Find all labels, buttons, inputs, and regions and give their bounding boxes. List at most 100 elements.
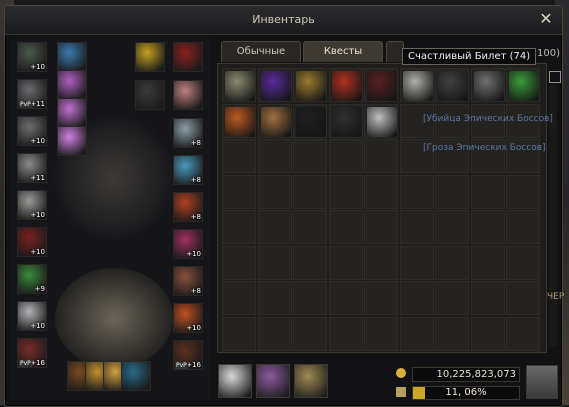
equip-slot-necklace[interactable] bbox=[57, 42, 87, 72]
inventory-cell[interactable] bbox=[328, 139, 363, 173]
trash-button[interactable] bbox=[526, 365, 558, 399]
inventory-cell[interactable] bbox=[257, 174, 292, 209]
close-button[interactable]: ✕ bbox=[538, 10, 554, 28]
dice-button[interactable] bbox=[218, 364, 252, 398]
inventory-cell[interactable] bbox=[293, 245, 327, 280]
quest-item-purple-crystal[interactable] bbox=[260, 71, 291, 101]
equip-slot-costume[interactable] bbox=[135, 80, 165, 110]
inventory-cell[interactable] bbox=[293, 139, 327, 173]
inventory-cell[interactable] bbox=[435, 245, 469, 280]
quest-item-dark-ticket[interactable] bbox=[473, 71, 504, 101]
inventory-cell[interactable] bbox=[293, 210, 327, 244]
equip-slot-amulet[interactable]: +8 bbox=[173, 192, 203, 222]
inventory-cell[interactable] bbox=[293, 103, 327, 138]
inventory-cell[interactable] bbox=[328, 245, 363, 280]
inventory-cell[interactable] bbox=[506, 316, 540, 351]
inventory-cell[interactable] bbox=[328, 316, 363, 351]
inventory-cell[interactable] bbox=[399, 68, 434, 102]
quest-item-orange-rod[interactable] bbox=[225, 106, 255, 137]
equip-slot-shield[interactable]: +16 PvP bbox=[173, 340, 203, 370]
equip-slot-helmet[interactable]: +10 bbox=[17, 42, 47, 72]
quest-item-red-orb[interactable] bbox=[331, 71, 362, 101]
tab-quests[interactable]: Квесты bbox=[303, 41, 383, 62]
equip-slot-pet-icon[interactable]: +10 bbox=[173, 303, 203, 333]
inventory-cell[interactable] bbox=[328, 174, 363, 209]
inventory-cell[interactable] bbox=[222, 245, 256, 280]
inventory-cell[interactable] bbox=[293, 316, 327, 351]
quest-item-old-scroll[interactable] bbox=[260, 106, 291, 137]
equip-slot-talisman-1[interactable] bbox=[57, 70, 87, 100]
inventory-cell[interactable] bbox=[364, 68, 398, 102]
equip-slot-legs[interactable]: +11 bbox=[17, 153, 47, 183]
inventory-cell[interactable] bbox=[506, 68, 540, 102]
inventory-cell[interactable] bbox=[257, 139, 292, 173]
inventory-cell[interactable] bbox=[293, 174, 327, 209]
inventory-cell[interactable] bbox=[470, 68, 505, 102]
craft-button[interactable] bbox=[294, 364, 328, 398]
equip-slot-gloves[interactable]: +10 bbox=[17, 116, 47, 146]
inventory-cell[interactable] bbox=[257, 103, 292, 138]
quest-item-pentagram-stone[interactable] bbox=[438, 71, 468, 101]
equip-slot-staff[interactable]: +8 bbox=[173, 155, 203, 185]
tab-normal[interactable]: Обычные bbox=[221, 41, 301, 62]
inventory-cell[interactable] bbox=[222, 281, 256, 315]
inventory-cell[interactable] bbox=[506, 210, 540, 244]
inventory-cell[interactable] bbox=[257, 281, 292, 315]
inventory-cell[interactable] bbox=[364, 103, 398, 138]
equip-slot-boots[interactable]: +10 bbox=[17, 190, 47, 220]
inventory-cell[interactable] bbox=[470, 210, 505, 244]
inventory-cell[interactable] bbox=[435, 68, 469, 102]
inventory-cell[interactable] bbox=[399, 316, 434, 351]
inventory-cell[interactable] bbox=[399, 281, 434, 315]
inventory-cell[interactable] bbox=[257, 245, 292, 280]
inventory-cell[interactable] bbox=[257, 68, 292, 102]
inventory-cell[interactable] bbox=[293, 68, 327, 102]
equip-slot-weapon[interactable]: +16 PvP bbox=[17, 338, 47, 368]
quest-item-green-coin[interactable] bbox=[509, 71, 539, 101]
quest-item-g-rune[interactable] bbox=[296, 106, 326, 137]
inventory-cell[interactable] bbox=[364, 245, 398, 280]
inventory-cell[interactable] bbox=[257, 316, 292, 351]
equip-slot-talisman-2[interactable] bbox=[57, 98, 87, 128]
inventory-cell[interactable] bbox=[364, 281, 398, 315]
inventory-cell[interactable] bbox=[328, 281, 363, 315]
equip-slot-gem[interactable] bbox=[173, 80, 203, 110]
inventory-cell[interactable] bbox=[364, 174, 398, 209]
inventory-cell[interactable] bbox=[435, 316, 469, 351]
equip-slot-ring-right[interactable]: +10 bbox=[173, 229, 203, 259]
equip-slot-armor-top[interactable]: +11 PvP bbox=[17, 79, 47, 109]
equip-slot-talisman-3[interactable] bbox=[57, 126, 87, 156]
inventory-cell[interactable] bbox=[470, 281, 505, 315]
equip-slot-earring[interactable]: +8 bbox=[173, 266, 203, 296]
inventory-cell[interactable] bbox=[435, 281, 469, 315]
quest-item-gold-emblem[interactable] bbox=[296, 71, 326, 101]
quest-item-lucky-ticket[interactable] bbox=[402, 71, 433, 101]
inventory-cell[interactable] bbox=[470, 316, 505, 351]
inventory-cell[interactable] bbox=[328, 68, 363, 102]
quest-item-dark-orb[interactable] bbox=[367, 71, 397, 101]
inventory-cell[interactable] bbox=[399, 210, 434, 244]
scrollbar[interactable] bbox=[549, 86, 557, 346]
inventory-window[interactable]: Инвентарь ✕ +10 +11 PvP +10 +11 +10 +10 +9 +10 +1… bbox=[4, 5, 563, 407]
treasure-button[interactable] bbox=[256, 364, 290, 398]
inventory-cell[interactable] bbox=[399, 174, 434, 209]
quest-item-dark-pouch[interactable] bbox=[331, 106, 362, 137]
quest-item-scroll-map[interactable] bbox=[225, 71, 255, 101]
inventory-cell[interactable] bbox=[364, 316, 398, 351]
inventory-cell[interactable] bbox=[257, 210, 292, 244]
equip-slot-ring-left[interactable]: +10 bbox=[17, 301, 47, 331]
inventory-cell[interactable] bbox=[506, 174, 540, 209]
inventory-cell[interactable] bbox=[399, 245, 434, 280]
title-bar[interactable]: Инвентарь ✕ bbox=[5, 6, 562, 35]
equip-slot-sword[interactable]: +8 bbox=[173, 118, 203, 148]
inventory-cell[interactable] bbox=[435, 210, 469, 244]
inventory-cell[interactable] bbox=[364, 210, 398, 244]
inventory-cell[interactable] bbox=[470, 245, 505, 280]
inventory-cell[interactable] bbox=[506, 281, 540, 315]
inventory-cell[interactable] bbox=[222, 103, 256, 138]
inventory-cell[interactable] bbox=[470, 174, 505, 209]
quest-item-silver-coin[interactable] bbox=[367, 106, 397, 137]
equip-slot-gold-item[interactable] bbox=[135, 42, 165, 72]
equip-slot-shirt[interactable]: +9 bbox=[17, 264, 47, 294]
inventory-cell[interactable] bbox=[222, 139, 256, 173]
